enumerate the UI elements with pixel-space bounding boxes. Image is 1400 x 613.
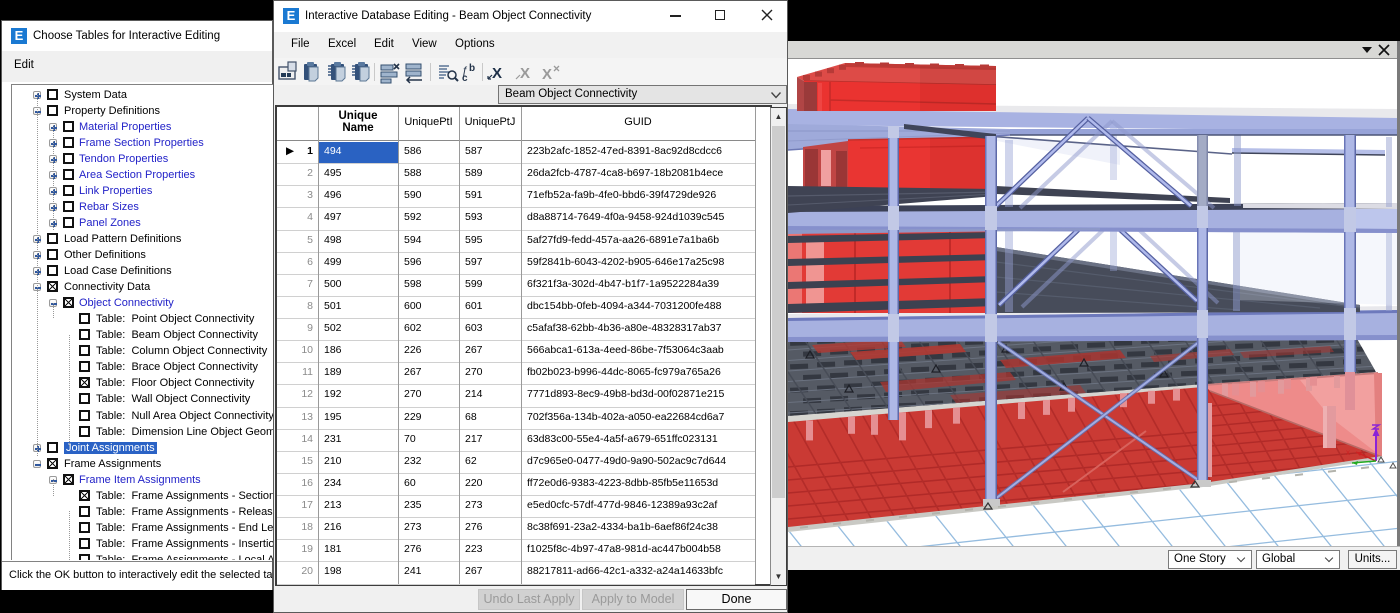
svg-text:X: X [492,65,502,82]
svg-text:X: X [542,66,552,83]
svg-text:b: b [469,63,475,74]
svg-text:X: X [520,65,530,82]
svg-text:c: c [462,73,468,84]
svg-text:x: x [1346,448,1350,457]
